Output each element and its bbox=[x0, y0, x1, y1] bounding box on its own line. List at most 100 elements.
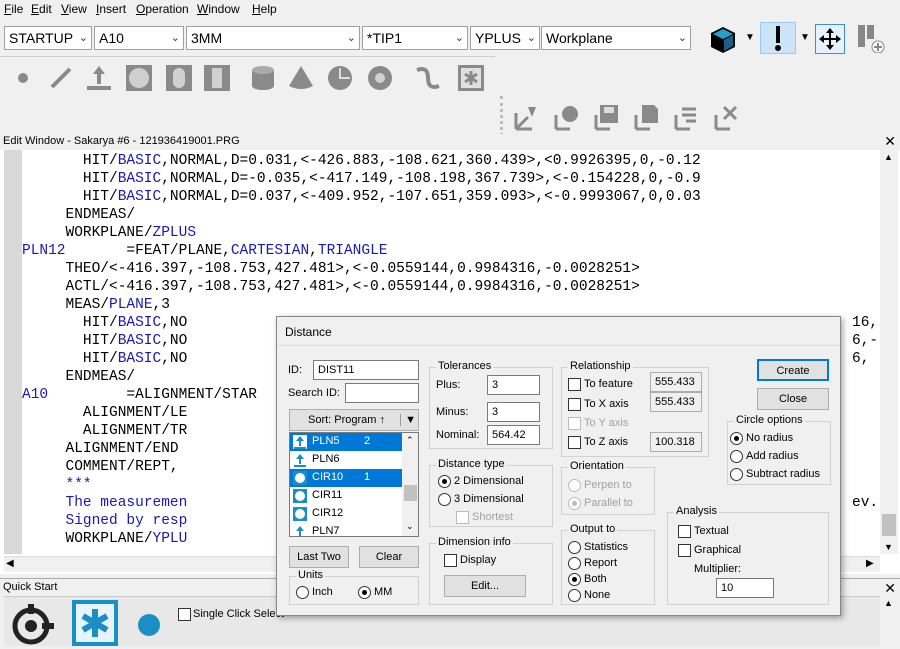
tip-size-combo[interactable]: 3MM ⌄ bbox=[186, 26, 360, 50]
nominal-field[interactable]: 564.42 bbox=[487, 425, 540, 445]
scroll-right-icon[interactable]: ▶ bbox=[866, 558, 874, 569]
probe-mode-button[interactable] bbox=[760, 22, 796, 54]
statistics-radio[interactable] bbox=[568, 541, 581, 554]
parallel-to-radio[interactable] bbox=[568, 497, 581, 510]
list-item[interactable]: CIR11 bbox=[290, 487, 402, 505]
to-y-axis-checkbox[interactable] bbox=[568, 417, 581, 430]
cylinder-icon[interactable] bbox=[248, 63, 278, 93]
to-feature-checkbox[interactable] bbox=[568, 378, 581, 391]
scroll-up-icon[interactable]: ⌃ bbox=[406, 435, 414, 446]
subtract-radius-radio[interactable] bbox=[730, 468, 743, 481]
minus-tolerance-field[interactable]: 3 bbox=[487, 402, 540, 422]
asterisk-icon bbox=[76, 604, 114, 642]
probe-direction-combo[interactable]: YPLUS ⌄ bbox=[470, 26, 540, 50]
plus-tolerance-field[interactable]: 3 bbox=[487, 375, 540, 395]
add-radius-radio[interactable] bbox=[730, 450, 743, 463]
add-view-button[interactable] bbox=[855, 22, 887, 54]
menu-help[interactable]: Help bbox=[252, 2, 277, 16]
point-icon[interactable] bbox=[8, 63, 38, 93]
edit-button[interactable]: Edit... bbox=[444, 575, 526, 597]
alignment-combo[interactable]: A10 ⌄ bbox=[94, 26, 184, 50]
square-slot-icon[interactable] bbox=[202, 63, 232, 93]
single-click-checkbox[interactable] bbox=[178, 608, 191, 621]
list-scrollbar[interactable]: ⌃ ⌄ bbox=[402, 433, 418, 536]
quick-start-scrollbar[interactable]: ▲ bbox=[880, 596, 898, 646]
inch-radio[interactable] bbox=[296, 586, 309, 599]
construct-save-icon[interactable] bbox=[591, 102, 621, 132]
list-item[interactable]: PLN5 2 bbox=[290, 433, 402, 451]
view-combo[interactable]: Workplane ⌄ bbox=[541, 26, 691, 50]
scroll-up-icon[interactable]: ▲ bbox=[884, 598, 893, 608]
close-icon[interactable]: ✕ bbox=[884, 580, 896, 597]
plane-icon[interactable] bbox=[84, 63, 114, 93]
create-button[interactable]: Create bbox=[757, 359, 829, 381]
list-item[interactable]: PLN6 bbox=[290, 451, 402, 469]
menu-operation[interactable]: Operation bbox=[136, 2, 189, 16]
menu-edit[interactable]: Edit bbox=[31, 2, 52, 16]
menu-insert[interactable]: Insert bbox=[96, 2, 126, 16]
torus-icon[interactable] bbox=[365, 63, 395, 93]
clear-button[interactable]: Clear bbox=[359, 546, 419, 568]
report-radio[interactable] bbox=[568, 557, 581, 570]
id-field[interactable]: DIST11 bbox=[313, 360, 419, 380]
plane-icon bbox=[294, 454, 306, 467]
textual-checkbox[interactable] bbox=[678, 525, 691, 538]
close-button[interactable]: Close bbox=[757, 388, 829, 410]
construct-list-icon[interactable] bbox=[671, 102, 701, 132]
cube-view-button[interactable] bbox=[706, 22, 738, 54]
menu-window[interactable]: Window bbox=[197, 2, 240, 16]
feature-list[interactable]: PLN5 2 PLN6 CIR10 1 CIR11 CIR12 PLN7 ⌃ ⌄ bbox=[289, 432, 419, 537]
line-icon[interactable] bbox=[46, 63, 76, 93]
menu-file[interactable]: File bbox=[4, 2, 23, 16]
no-radius-radio[interactable] bbox=[730, 432, 743, 445]
to-z-axis-checkbox[interactable] bbox=[568, 436, 581, 449]
menu-view[interactable]: View bbox=[61, 2, 87, 16]
scrollbar-thumb[interactable] bbox=[882, 514, 896, 536]
scroll-down-icon[interactable]: ⌄ bbox=[406, 521, 414, 532]
both-radio[interactable] bbox=[568, 573, 581, 586]
target-button[interactable] bbox=[6, 600, 56, 646]
circle-icon[interactable] bbox=[124, 63, 154, 93]
construct-file-icon[interactable] bbox=[631, 102, 661, 132]
set-feature-button[interactable] bbox=[72, 600, 118, 646]
feature-name: CIR12 bbox=[312, 507, 344, 519]
mm-radio[interactable] bbox=[358, 586, 371, 599]
cube-dropdown-icon[interactable]: ▼ bbox=[745, 32, 755, 43]
construct-circle-icon[interactable] bbox=[551, 102, 581, 132]
perpen-to-radio[interactable] bbox=[568, 479, 581, 492]
construct-point-icon[interactable] bbox=[511, 102, 541, 132]
probe-combo[interactable]: STARTUP ⌄ bbox=[4, 26, 92, 50]
three-dimensional-radio[interactable] bbox=[438, 493, 451, 506]
display-checkbox[interactable] bbox=[444, 554, 457, 567]
sort-button[interactable]: Sort: Program ↑ ▼ bbox=[289, 409, 419, 431]
pan-button[interactable] bbox=[815, 24, 845, 54]
list-item[interactable]: CIR12 bbox=[290, 505, 402, 523]
tip-combo[interactable]: *TIP1 ⌄ bbox=[362, 26, 468, 50]
cone-icon[interactable] bbox=[286, 63, 316, 93]
scroll-up-icon[interactable]: ▲ bbox=[884, 152, 893, 162]
close-icon[interactable]: ✕ bbox=[884, 133, 896, 150]
none-radio[interactable] bbox=[568, 589, 581, 602]
vertical-scrollbar[interactable]: ▲ ▼ bbox=[880, 150, 898, 554]
multiplier-field[interactable]: 10 bbox=[716, 578, 774, 598]
scroll-left-icon[interactable]: ◀ bbox=[6, 558, 14, 569]
curve-icon[interactable] bbox=[413, 63, 443, 93]
slot-icon[interactable] bbox=[164, 63, 194, 93]
construct-cross-icon[interactable] bbox=[711, 102, 741, 132]
sphere-icon[interactable] bbox=[325, 63, 355, 93]
graphical-checkbox[interactable] bbox=[678, 544, 691, 557]
scroll-down-icon[interactable]: ▼ bbox=[884, 542, 893, 552]
set-icon[interactable] bbox=[456, 63, 486, 93]
list-scrollbar-thumb[interactable] bbox=[404, 485, 417, 501]
two-dimensional-radio[interactable] bbox=[438, 475, 451, 488]
shortest-checkbox[interactable] bbox=[456, 511, 469, 524]
search-id-field[interactable] bbox=[345, 383, 419, 403]
point-feature-button[interactable] bbox=[138, 614, 160, 636]
code-token: ENDMEAS/ bbox=[65, 369, 136, 385]
to-x-axis-checkbox[interactable] bbox=[568, 398, 581, 411]
code-token: ,NO bbox=[161, 351, 188, 367]
list-item[interactable]: PLN7 bbox=[290, 523, 402, 536]
list-item[interactable]: CIR10 1 bbox=[290, 469, 402, 487]
probe-dropdown-icon[interactable]: ▼ bbox=[800, 32, 810, 43]
last-two-button[interactable]: Last Two bbox=[289, 546, 349, 568]
